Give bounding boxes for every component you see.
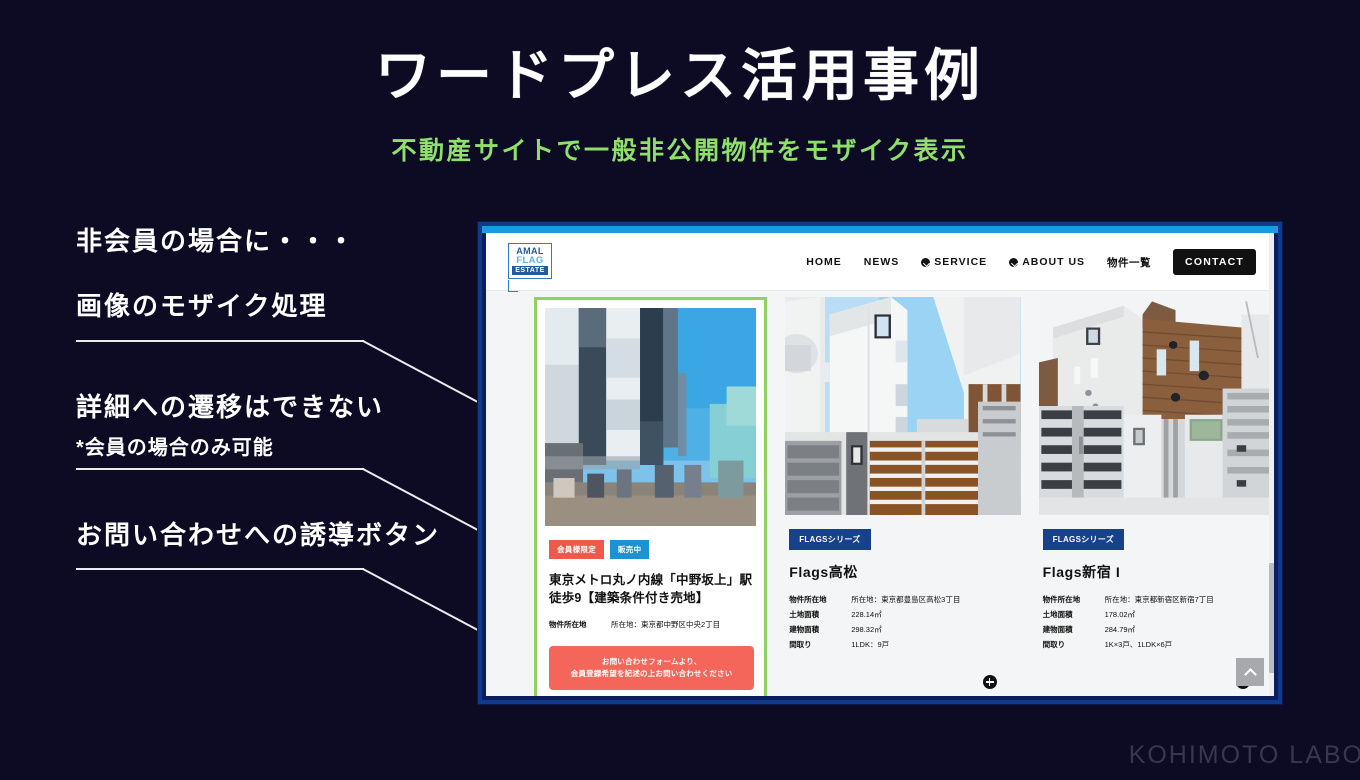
annotation-rule bbox=[76, 340, 364, 342]
spec-value: 298.32㎡ bbox=[851, 625, 882, 635]
spec-key: 間取り bbox=[1042, 640, 1066, 650]
building-photo-art bbox=[1038, 297, 1274, 515]
site-header: AMAL FLAG ESTATE HOME NEWS SERVICE ABOUT… bbox=[486, 233, 1274, 292]
cta-line-2: 会員登録希望を記述の上お問い合わせください bbox=[570, 669, 733, 679]
property-photo-white-apartment bbox=[785, 297, 1021, 515]
scroll-to-top-button[interactable] bbox=[1236, 658, 1264, 686]
property-card-flags-takamatsu[interactable]: FLAGSシリーズ Flags高松 物件所在地 所在地：東京都豊島区高松3丁目 … bbox=[785, 297, 1021, 696]
spec-value: 1LDK：9戸 bbox=[851, 640, 890, 650]
card-badges: 会員様限定 販売中 bbox=[549, 540, 756, 559]
badge-members-only: 会員様限定 bbox=[549, 540, 604, 559]
card-badges: FLAGSシリーズ bbox=[1042, 529, 1274, 550]
mosaic-cityscape-art bbox=[545, 308, 757, 526]
annotation-mosaic: 画像のモザイク処理 bbox=[76, 286, 327, 323]
card-title: Flags新宿 I bbox=[1042, 564, 1121, 580]
property-card-flags-shinjuku[interactable]: FLAGSシリーズ Flags新宿 I 物件所在地 所在地：東京都新宿区新宿7丁… bbox=[1038, 297, 1274, 696]
site-nav: HOME NEWS SERVICE ABOUT US 物件一覧 CONTACT bbox=[806, 233, 1256, 291]
spec-key: 土地面積 bbox=[789, 610, 820, 620]
card-badges: FLAGSシリーズ bbox=[789, 529, 1020, 550]
contact-button[interactable]: CONTACT bbox=[1173, 249, 1256, 275]
annotation-contact-button: お問い合わせへの誘導ボタン bbox=[76, 515, 440, 552]
chevron-down-icon bbox=[1009, 257, 1019, 267]
badge-flags-series: FLAGSシリーズ bbox=[1042, 529, 1125, 550]
spec-value: 所在地：東京都中野区中央2丁目 bbox=[611, 620, 721, 630]
property-photo-wood-facade bbox=[1038, 297, 1274, 515]
contact-cta-button[interactable]: お問い合わせフォームより、 会員登録希望を記述の上お問い合わせください bbox=[549, 646, 755, 691]
spec-key: 土地面積 bbox=[1042, 610, 1073, 620]
spec-value: 228.14㎡ bbox=[851, 610, 882, 620]
nav-label: ABOUT US bbox=[1022, 256, 1086, 268]
card-specs: 物件所在地 所在地：東京都豊島区高松3丁目 土地面積 228.14㎡ 建物面積 … bbox=[789, 594, 1020, 650]
slide-root: ワードプレス活用事例 不動産サイトで一般非公開物件をモザイク表示 非会員の場合に… bbox=[0, 0, 1360, 780]
plus-icon[interactable] bbox=[982, 675, 997, 690]
card-title: 東京メトロ丸ノ内線「中野坂上」駅徒歩9【建築条件付き売地】 bbox=[549, 573, 753, 606]
property-card-mosaic[interactable]: 会員様限定 販売中 東京メトロ丸ノ内線「中野坂上」駅徒歩9【建築条件付き売地】 … bbox=[534, 297, 768, 696]
nav-label: NEWS bbox=[863, 256, 900, 268]
spec-value: 所在地：東京都新宿区新宿7丁目 bbox=[1104, 595, 1214, 605]
scrollbar-thumb[interactable] bbox=[1269, 563, 1274, 673]
spec-key: 物件所在地 bbox=[549, 620, 587, 630]
property-card-list: 会員様限定 販売中 東京メトロ丸ノ内線「中野坂上」駅徒歩9【建築条件付き売地】 … bbox=[486, 291, 1274, 696]
spec-value: 1K×3戸、1LDK×6戸 bbox=[1104, 640, 1173, 650]
annotation-heading: 画像のモザイク処理 bbox=[76, 291, 328, 321]
annotation-subnote: *会員の場合のみ可能 bbox=[76, 437, 274, 459]
chevron-down-icon bbox=[921, 257, 931, 267]
mosaic-thumbnail-image bbox=[545, 308, 757, 526]
nav-item-service[interactable]: SERVICE bbox=[921, 256, 987, 268]
cta-line-1: お問い合わせフォームより、 bbox=[601, 657, 702, 667]
nav-item-home[interactable]: HOME bbox=[806, 256, 842, 268]
chevron-up-icon bbox=[1243, 667, 1257, 681]
spec-key: 間取り bbox=[789, 640, 812, 650]
spec-key: 建物面積 bbox=[789, 625, 820, 635]
logo-line-3: ESTATE bbox=[512, 266, 548, 276]
badge-flags-series: FLAGSシリーズ bbox=[789, 529, 871, 550]
nav-item-properties[interactable]: 物件一覧 bbox=[1107, 255, 1151, 270]
spec-key: 物件所在地 bbox=[1042, 595, 1081, 605]
page-title: ワードプレス活用事例 bbox=[375, 44, 985, 107]
nav-label: HOME bbox=[806, 256, 842, 268]
nav-label: SERVICE bbox=[934, 256, 988, 268]
website-viewport: AMAL FLAG ESTATE HOME NEWS SERVICE ABOUT… bbox=[486, 233, 1274, 696]
spec-value: 所在地：東京都豊島区高松3丁目 bbox=[851, 595, 961, 605]
nav-item-news[interactable]: NEWS bbox=[864, 256, 900, 268]
logo-line-2: FLAG bbox=[516, 254, 544, 266]
annotation-heading: お問い合わせへの誘導ボタン bbox=[76, 520, 441, 550]
browser-accent-bar bbox=[482, 226, 1278, 233]
website-mockup-frame: AMAL FLAG ESTATE HOME NEWS SERVICE ABOUT… bbox=[478, 222, 1282, 704]
annotation-rule bbox=[76, 468, 364, 470]
badge-on-sale: 販売中 bbox=[610, 540, 650, 559]
spec-key: 物件所在地 bbox=[789, 595, 827, 605]
site-logo[interactable]: AMAL FLAG ESTATE bbox=[508, 243, 552, 292]
annotation-no-detail: 詳細への遷移はできない *会員の場合のみ可能 bbox=[76, 387, 384, 460]
nav-label: 物件一覧 bbox=[1107, 256, 1152, 269]
spec-key: 建物面積 bbox=[1042, 625, 1073, 635]
annotation-rule bbox=[76, 568, 364, 570]
nav-item-about-us[interactable]: ABOUT US bbox=[1009, 256, 1085, 268]
building-photo-art bbox=[785, 297, 1021, 515]
spec-value: 178.02㎡ bbox=[1104, 610, 1136, 620]
annotation-heading: 非会員の場合に・・・ bbox=[76, 226, 357, 256]
annotation-heading: 詳細への遷移はできない bbox=[76, 392, 385, 422]
card-title: Flags高松 bbox=[789, 564, 858, 580]
watermark: KOHIMOTO LABO bbox=[1128, 741, 1360, 769]
spec-value: 284.79㎡ bbox=[1104, 625, 1136, 635]
annotation-intro: 非会員の場合に・・・ bbox=[76, 221, 356, 258]
card-specs: 物件所在地 所在地：東京都新宿区新宿7丁目 土地面積 178.02㎡ 建物面積 … bbox=[1043, 594, 1274, 650]
scrollbar-track[interactable] bbox=[1269, 233, 1274, 696]
card-specs: 物件所在地 所在地：東京都中野区中央2丁目 bbox=[549, 619, 756, 630]
page-subtitle: 不動産サイトで一般非公開物件をモザイク表示 bbox=[391, 137, 969, 165]
